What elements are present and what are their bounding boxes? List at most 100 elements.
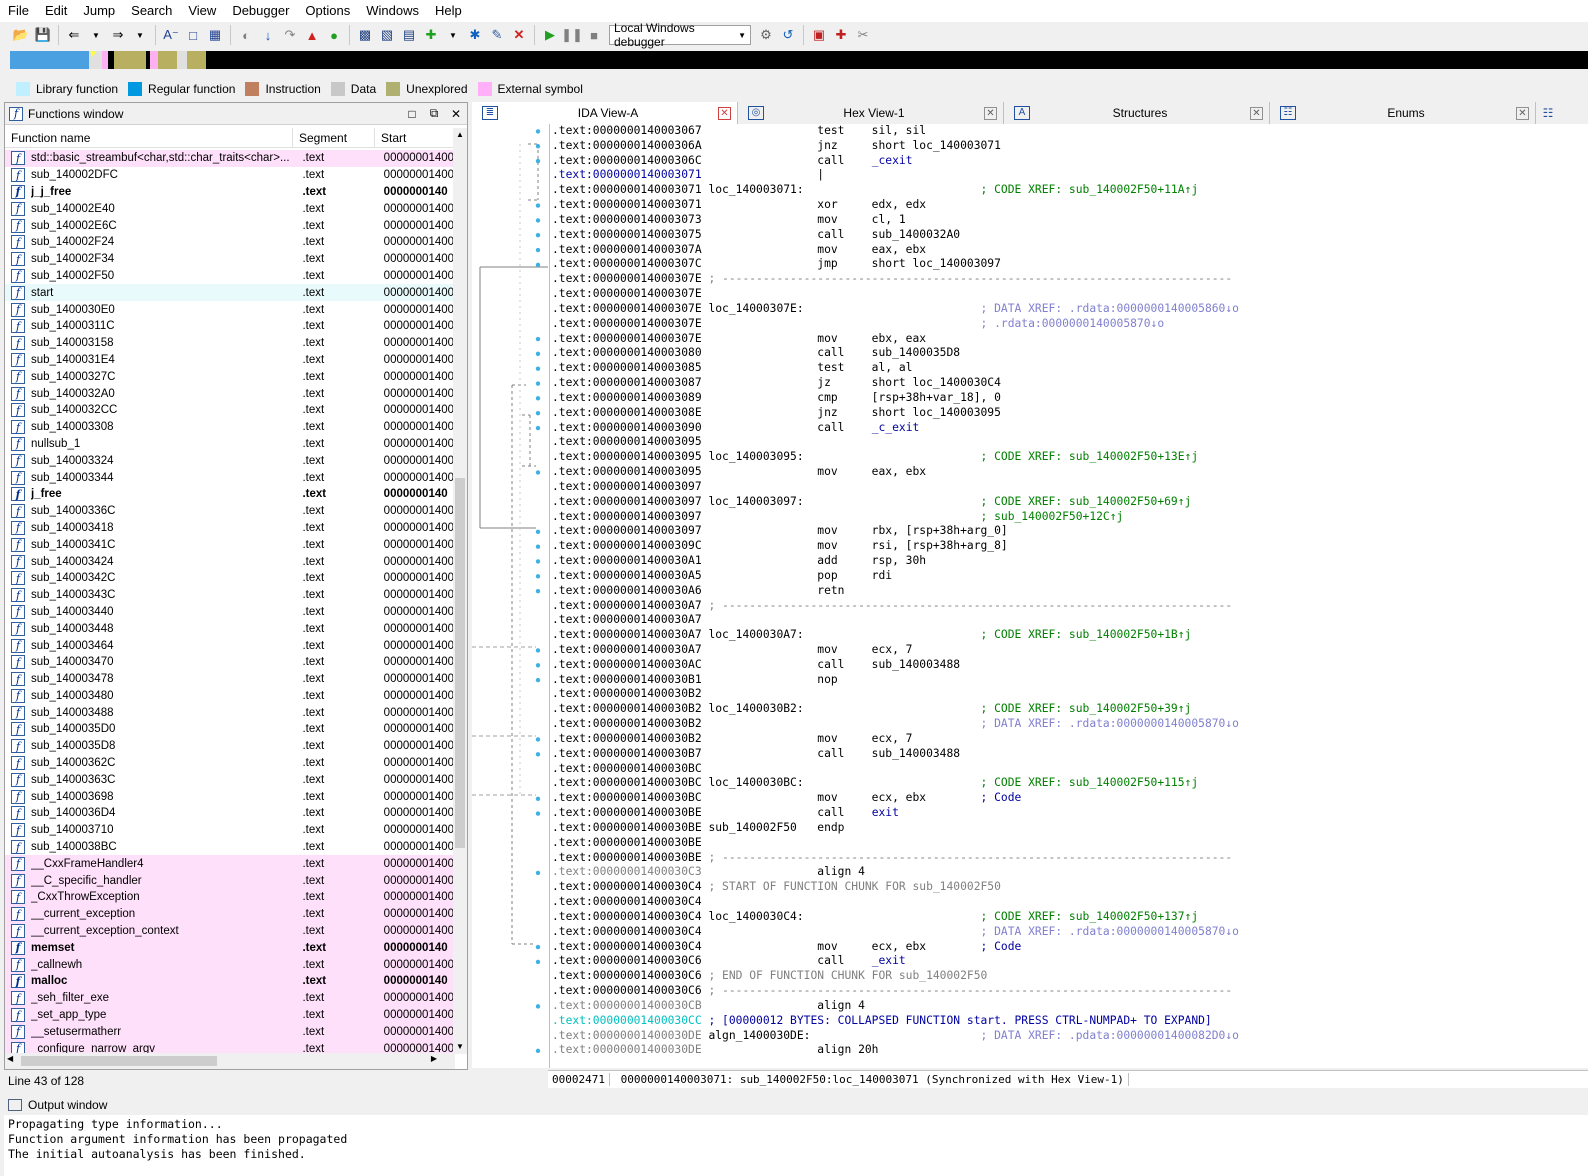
table-row[interactable]: f sub_1400035D0 .text 000000014000 — [5, 721, 455, 738]
table-row[interactable]: f __CxxFrameHandler4 .text 000000014000 — [5, 855, 455, 873]
listing-line[interactable]: .text:00000001400030C4 — [550, 895, 1588, 910]
listing-line[interactable]: .text:0000000140003071 | — [550, 168, 1588, 183]
listing-line[interactable]: .text:00000001400030A7 ; ---------------… — [550, 599, 1588, 614]
table-row[interactable]: f __C_specific_handler .text 000000014000 — [5, 872, 455, 890]
listing-line[interactable]: .text:00000001400030B2 ; DATA XREF: .rda… — [550, 717, 1588, 732]
table-row[interactable]: f sub_14000336C .text 000000014000 — [5, 503, 455, 520]
menu-item-jump[interactable]: Jump — [75, 0, 123, 22]
listing-line[interactable]: .text:00000001400030DE align 20h — [550, 1043, 1588, 1058]
scroll-up-icon[interactable]: ▲ — [453, 128, 467, 142]
listing-line[interactable]: .text:0000000140003075 call sub_1400032A… — [550, 228, 1588, 243]
scroll-right-icon[interactable]: ▶ — [431, 1054, 437, 1063]
menu-item-edit[interactable]: Edit — [37, 0, 75, 22]
add-node-icon[interactable]: ✚ — [420, 24, 442, 46]
tab-enums[interactable]: ☷ Enums ✕ — [1270, 102, 1536, 124]
listing-line[interactable]: .text:0000000140003097 ; sub_140002F50+1… — [550, 510, 1588, 525]
listing-line[interactable]: .text:00000001400030C6 ; END OF FUNCTION… — [550, 969, 1588, 984]
down-arrow-icon[interactable]: ↓ — [257, 24, 279, 46]
table-row[interactable]: f sub_140003324 .text 000000014000 — [5, 452, 455, 469]
table-row[interactable]: f sub_1400035D8 .text 000000014000 — [5, 738, 455, 755]
table-row[interactable]: f std::basic_streambuf<char,std::char_tra… — [5, 150, 455, 167]
listing-line[interactable]: .text:00000001400030A5 pop rdi — [550, 569, 1588, 584]
listing-line[interactable]: .text:000000014000307E ; ---------------… — [550, 272, 1588, 287]
listing-line[interactable]: .text:00000001400030A7 — [550, 613, 1588, 628]
scroll-down-icon[interactable]: ▼ — [453, 1040, 467, 1054]
table-row[interactable]: f sub_14000363C .text 000000014000 — [5, 771, 455, 788]
listing-line[interactable]: .text:0000000140003095 loc_140003095: ; … — [550, 450, 1588, 465]
listing-line[interactable]: .text:000000014000307E loc_14000307E: ; … — [550, 302, 1588, 317]
listing-line[interactable]: .text:00000001400030BC — [550, 762, 1588, 777]
listing-line[interactable]: .text:000000014000307E — [550, 287, 1588, 302]
listing-line[interactable]: .text:0000000140003067 test sil, sil — [550, 124, 1588, 139]
listing-line[interactable]: .text:0000000140003071 loc_140003071: ; … — [550, 183, 1588, 198]
listing-line[interactable]: .text:0000000140003097 mov rbx, [rsp+38h… — [550, 524, 1588, 539]
breakpoints-icon[interactable]: ▣ — [808, 24, 830, 46]
back-arrow-icon[interactable]: ⇐ — [63, 24, 85, 46]
struct-icon[interactable]: ▤ — [398, 24, 420, 46]
close-icon[interactable]: ✕ — [984, 106, 997, 120]
listing-line[interactable]: .text:00000001400030B2 loc_1400030B2: ; … — [550, 702, 1588, 717]
chevron-down-icon[interactable]: ▼ — [442, 24, 464, 46]
delete-icon[interactable]: ✕ — [508, 24, 530, 46]
table-row[interactable]: f sub_140002F34 .text 000000014000 — [5, 251, 455, 268]
table-row[interactable]: f sub_140002DFC .text 000000014000 — [5, 167, 455, 184]
ida-view-a[interactable]: .text:0000000140003067 test sil, sil .tex… — [472, 124, 1588, 1068]
table-row[interactable]: f sub_1400032A0 .text 000000014000 — [5, 385, 455, 402]
pause-icon[interactable]: ❚❚ — [561, 24, 583, 46]
data-icon[interactable]: ▧ — [376, 24, 398, 46]
menu-item-help[interactable]: Help — [427, 0, 470, 22]
table-row[interactable]: f sub_140003308 .text 000000014000 — [5, 419, 455, 436]
forward-arrow-icon[interactable]: ⇒ — [107, 24, 129, 46]
listing-line[interactable]: .text:000000014000306C call _cexit — [550, 154, 1588, 169]
listing-line[interactable]: .text:0000000140003087 jz short loc_1400… — [550, 376, 1588, 391]
table-row[interactable]: f sub_140003344 .text 000000014000 — [5, 469, 455, 486]
listing-line[interactable]: .text:00000001400030C4 mov ecx, ebx ; Co… — [550, 940, 1588, 955]
add-watch-icon[interactable]: ✚ — [830, 24, 852, 46]
search-text-icon[interactable]: A⁻ — [160, 24, 182, 46]
listing-line[interactable]: .text:00000001400030BE ; ---------------… — [550, 851, 1588, 866]
listing-line[interactable]: .text:00000001400030C4 loc_1400030C4: ; … — [550, 910, 1588, 925]
table-row[interactable]: f j_free .text 0000000140 — [5, 486, 455, 503]
listing-line[interactable]: .text:00000001400030A6 retn — [550, 584, 1588, 599]
table-row[interactable]: f sub_140003158 .text 000000014000 — [5, 335, 455, 352]
binoculars-icon[interactable]: ◐ — [235, 24, 257, 46]
tab-structures[interactable]: A Structures ✕ — [1004, 102, 1270, 124]
scrollbar-thumb[interactable] — [21, 1056, 217, 1066]
plugin-icon[interactable]: ✱ — [464, 24, 486, 46]
table-row[interactable]: f sub_14000341C .text 000000014000 — [5, 536, 455, 553]
listing-line[interactable]: .text:00000001400030C4 ; START OF FUNCTI… — [550, 880, 1588, 895]
tab-ida-view-a[interactable]: ≣ IDA View-A ✕ — [472, 102, 738, 124]
listing-line[interactable]: .text:00000001400030DE algn_1400030DE: ;… — [550, 1029, 1588, 1044]
table-row[interactable]: f sub_140003698 .text 000000014000 — [5, 788, 455, 805]
output-window[interactable]: Propagating type information... Function … — [4, 1115, 1588, 1176]
listing-line[interactable]: .text:0000000140003090 call _c_exit — [550, 421, 1588, 436]
column-header-segment[interactable]: Segment — [293, 127, 375, 148]
code-icon[interactable]: ▩ — [354, 24, 376, 46]
debugger-select[interactable]: Local Windows debugger ▼ — [609, 21, 751, 49]
open-icon[interactable]: 📂 — [10, 24, 32, 46]
close-icon[interactable]: ✕ — [445, 107, 467, 121]
listing-line[interactable]: .text:000000014000306A jnz short loc_140… — [550, 139, 1588, 154]
table-row[interactable]: f sub_1400030E0 .text 000000014000 — [5, 301, 455, 318]
listing-line[interactable]: .text:00000001400030BE — [550, 836, 1588, 851]
table-row[interactable]: f sub_14000362C .text 000000014000 — [5, 755, 455, 772]
table-row[interactable]: f sub_140003418 .text 000000014000 — [5, 520, 455, 537]
listing-line[interactable]: .text:0000000140003089 cmp [rsp+38h+var_… — [550, 391, 1588, 406]
tab-overflow-icon[interactable]: ☷ — [1536, 102, 1560, 124]
listing-line[interactable]: .text:0000000140003097 loc_140003097: ; … — [550, 495, 1588, 510]
listing-line[interactable]: .text:00000001400030C3 align 4 — [550, 865, 1588, 880]
listing-line[interactable]: .text:00000001400030BC loc_1400030BC: ; … — [550, 776, 1588, 791]
listing-line[interactable]: .text:00000001400030C6 ; ---------------… — [550, 984, 1588, 999]
table-row[interactable]: f _set_app_type .text 000000014000 — [5, 1006, 455, 1024]
column-header-function-name[interactable]: Function name — [5, 127, 293, 148]
listing-line[interactable]: .text:00000001400030A7 loc_1400030A7: ; … — [550, 628, 1588, 643]
chevron-down-icon[interactable]: ▼ — [85, 24, 107, 46]
menu-item-file[interactable]: File — [0, 0, 37, 22]
close-icon[interactable]: ✕ — [1250, 106, 1263, 120]
listing-line[interactable]: .text:0000000140003071 xor edx, edx — [550, 198, 1588, 213]
table-row[interactable]: f _callnewh .text 000000014000 — [5, 956, 455, 974]
listing-line[interactable]: .text:00000001400030A7 mov ecx, 7 — [550, 643, 1588, 658]
listing-line[interactable]: .text:00000001400030BC mov ecx, ebx ; Co… — [550, 791, 1588, 806]
table-row[interactable]: f sub_140003424 .text 000000014000 — [5, 553, 455, 570]
table-row[interactable]: f nullsub_1 .text 000000014000 — [5, 436, 455, 453]
